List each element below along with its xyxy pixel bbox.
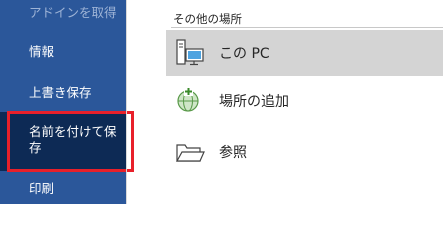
folder-icon [174, 137, 206, 167]
place-browse[interactable]: 参照 [166, 129, 443, 175]
place-this-pc[interactable]: この PC [166, 30, 443, 76]
section-divider [171, 27, 443, 28]
sidebar-item-label: 上書き保存 [29, 85, 92, 100]
place-label: 場所の追加 [219, 94, 289, 110]
sidebar-item-label: 印刷 [29, 181, 55, 196]
place-add-location[interactable]: 場所の追加 [166, 78, 443, 124]
sidebar-item-print[interactable]: 印刷 [0, 181, 126, 197]
panel-divider [126, 0, 127, 204]
backstage-sidebar: アドインを取得 情報 上書き保存 名前を付けて保存 印刷 [0, 0, 126, 204]
sidebar-item-label: 情報 [29, 44, 55, 59]
place-label: 参照 [219, 145, 247, 161]
sidebar-item-label: アドインを取得 [29, 5, 117, 20]
sidebar-item-get-addins[interactable]: アドインを取得 [0, 5, 126, 21]
computer-icon [174, 38, 206, 68]
highlight-annotation [7, 111, 134, 172]
section-header: その他の場所 [173, 12, 242, 26]
sidebar-item-save[interactable]: 上書き保存 [0, 85, 126, 101]
place-label: この PC [219, 46, 270, 62]
globe-add-icon [174, 86, 206, 116]
sidebar-item-info[interactable]: 情報 [0, 44, 126, 60]
